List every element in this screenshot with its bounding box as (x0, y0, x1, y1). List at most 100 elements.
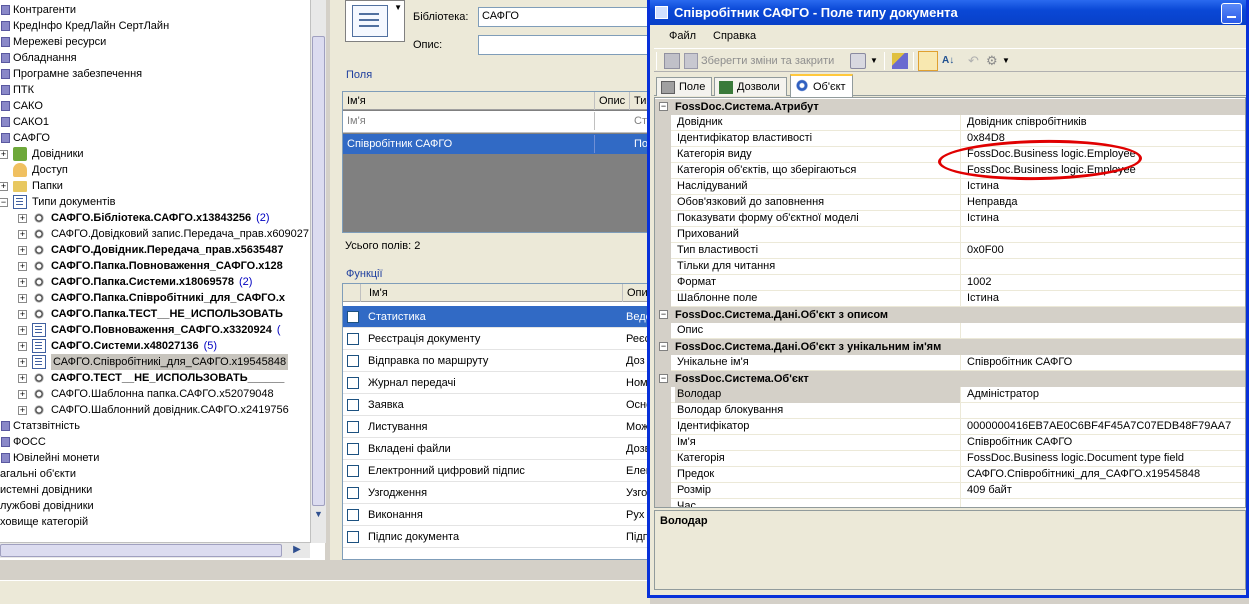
property-row[interactable]: Формат 1002 (655, 275, 1245, 291)
categorized-view-icon[interactable] (918, 51, 938, 71)
property-value[interactable]: FossDoc.Business logic.Employee (965, 163, 1245, 179)
table-row[interactable]: Співробітник САФГО По (343, 134, 651, 154)
property-row[interactable]: Показувати форму об'єктної моделі Істина (655, 211, 1245, 227)
expand-icon[interactable]: + (18, 246, 27, 255)
fields-grid[interactable]: Ім'я Опис Ти Ім'я Стр Співробітник САФГО… (342, 91, 652, 233)
property-category[interactable]: − FossDoc.Система.Об'єкт (655, 371, 1245, 387)
save-icon[interactable] (664, 53, 680, 69)
expand-icon[interactable]: + (18, 214, 27, 223)
function-checkbox[interactable] (347, 399, 359, 411)
scroll-right-icon[interactable]: ▶ (290, 544, 304, 558)
function-checkbox[interactable] (347, 487, 359, 499)
tree-item[interactable]: Доступ (0, 162, 310, 178)
tree-item[interactable]: КредІнфо КредЛайн СертЛайн (0, 18, 310, 34)
property-row[interactable]: Опис (655, 323, 1245, 339)
property-row[interactable]: Володар блокування (655, 403, 1245, 419)
function-checkbox[interactable] (347, 443, 359, 455)
settings-icon[interactable]: ⚙ (986, 52, 998, 70)
tree-item[interactable]: + Папки (0, 178, 310, 194)
property-value[interactable] (965, 323, 1245, 339)
tree-horizontal-scrollbar[interactable]: ▶ (0, 542, 310, 558)
tree-hscroll-thumb[interactable] (0, 544, 282, 557)
tree-item[interactable]: Обладнання (0, 50, 310, 66)
property-row[interactable]: Володар Адміністратор (655, 387, 1245, 403)
property-row[interactable]: Прихований (655, 227, 1245, 243)
library-field[interactable]: САФГО (478, 7, 650, 27)
tree-item[interactable]: Контрагенти (0, 2, 310, 18)
expand-icon[interactable]: + (18, 390, 27, 399)
chevron-down-icon[interactable]: ▼ (870, 52, 878, 70)
property-value[interactable]: Істина (965, 291, 1245, 307)
menu-help[interactable]: Справка (706, 25, 763, 47)
table-row[interactable]: Реєстрація документу Реєс (343, 328, 651, 350)
collapse-icon[interactable]: − (659, 374, 668, 383)
tree-item[interactable]: САКО1 (0, 114, 310, 130)
chevron-down-icon[interactable]: ▼ (1002, 52, 1010, 70)
menu-file[interactable]: Файл (662, 25, 703, 47)
function-checkbox[interactable] (347, 509, 359, 521)
expand-icon[interactable]: + (0, 182, 8, 191)
table-row[interactable]: Підпис документа Підп (343, 526, 651, 548)
collapse-icon[interactable]: − (0, 198, 8, 207)
col-check[interactable] (343, 284, 361, 302)
minimize-button[interactable] (1221, 3, 1242, 24)
document-type-icon[interactable]: ▼ (345, 0, 405, 42)
tree-item[interactable]: Ювілейні монети (0, 450, 310, 466)
property-row[interactable]: Обов'язковий до заповнення Неправда (655, 195, 1245, 211)
tree-item[interactable]: + САФГО.Системи.x48027136 (5) (0, 338, 310, 354)
expand-icon[interactable]: + (18, 294, 27, 303)
tree-item[interactable]: + САФГО.Шаблонна папка.САФГО.x52079048 (0, 386, 310, 402)
property-value[interactable]: Істина (965, 211, 1245, 227)
function-checkbox[interactable] (347, 311, 359, 323)
property-row[interactable]: Ідентифікатор властивості 0x84D8 (655, 131, 1245, 147)
property-value[interactable]: 0x84D8 (965, 131, 1245, 147)
undo-icon[interactable]: ↶ (968, 52, 979, 70)
property-row[interactable]: Унікальне ім'я Співробітник САФГО (655, 355, 1245, 371)
property-row[interactable]: Категорія об'єктів, що зберігаються FossD… (655, 163, 1245, 179)
functions-grid[interactable]: Ім'я Опи Статистика Веде Реєстрація докуме… (342, 283, 652, 560)
tree-item[interactable]: агальні об'єкти (0, 466, 310, 482)
table-row[interactable]: Узгодження Узго (343, 482, 651, 504)
expand-icon[interactable]: + (18, 310, 27, 319)
dialog-title-bar[interactable]: Співробітник САФГО - Поле типу документа (650, 0, 1246, 25)
tree-item[interactable]: + САФГО.Довідник.Передача_прав.x5635487 (0, 242, 310, 258)
property-row[interactable]: Ім'я Співробітник САФГО (655, 435, 1245, 451)
tree-item[interactable]: − Типи документів (0, 194, 310, 210)
edit-icon[interactable] (892, 53, 908, 69)
expand-icon[interactable]: + (18, 406, 27, 415)
expand-icon[interactable]: + (18, 278, 27, 287)
description-field[interactable] (478, 35, 650, 55)
property-value[interactable]: Співробітник САФГО (965, 355, 1245, 371)
property-value[interactable] (965, 403, 1245, 419)
expand-icon[interactable]: + (18, 326, 27, 335)
tree-item[interactable]: ПТК (0, 82, 310, 98)
expand-icon[interactable]: + (18, 358, 27, 367)
tree-item[interactable]: + САФГО.Папка.Системи.x18069578 (2) (0, 274, 310, 290)
table-row[interactable]: Статистика Веде (343, 306, 651, 328)
property-value[interactable]: Адміністратор (965, 387, 1245, 403)
tree-item[interactable]: САКО (0, 98, 310, 114)
navigation-tree[interactable]: Контрагенти КредІнфо КредЛайн СертЛайн Мер… (0, 0, 325, 560)
property-value[interactable] (965, 499, 1245, 507)
property-row[interactable]: Категорія виду FossDoc.Business logic.Emp… (655, 147, 1245, 163)
tree-item[interactable]: + САФГО.ТЕСТ__НЕ_ИСПОЛЬЗОВАТЬ______ (0, 370, 310, 386)
property-row[interactable]: Час (655, 499, 1245, 507)
table-row[interactable]: Заявка Осно (343, 394, 651, 416)
property-category[interactable]: − FossDoc.Система.Дані.Об'єкт з описом (655, 307, 1245, 323)
tree-item[interactable]: + САФГО.Шаблонний довідник.САФГО.x2419756 (0, 402, 310, 418)
filter-name-cell[interactable]: Ім'я (343, 112, 595, 130)
sort-alpha-icon[interactable]: A↓ (942, 52, 954, 70)
property-row[interactable]: Ідентифікатор 0000000416EB7AE0C6BF4F45A7C… (655, 419, 1245, 435)
property-grid[interactable]: − FossDoc.Система.Атрибут Довідник Довідник… (654, 97, 1246, 508)
function-checkbox[interactable] (347, 355, 359, 367)
property-value[interactable]: САФГО.Співробітникі_для_САФГО.x19545848 (965, 467, 1245, 483)
tree-item[interactable]: + САФГО.Довідковий запис.Передача_прав.x6… (0, 226, 310, 242)
col-description[interactable]: Опис (595, 92, 630, 110)
collapse-icon[interactable]: − (659, 310, 668, 319)
fields-filter-row[interactable]: Ім'я Стр (343, 111, 651, 133)
property-value[interactable]: 1002 (965, 275, 1245, 291)
property-value[interactable]: 409 байт (965, 483, 1245, 499)
table-row[interactable]: Відправка по маршруту Доз (343, 350, 651, 372)
function-checkbox[interactable] (347, 465, 359, 477)
collapse-icon[interactable]: − (659, 342, 668, 351)
